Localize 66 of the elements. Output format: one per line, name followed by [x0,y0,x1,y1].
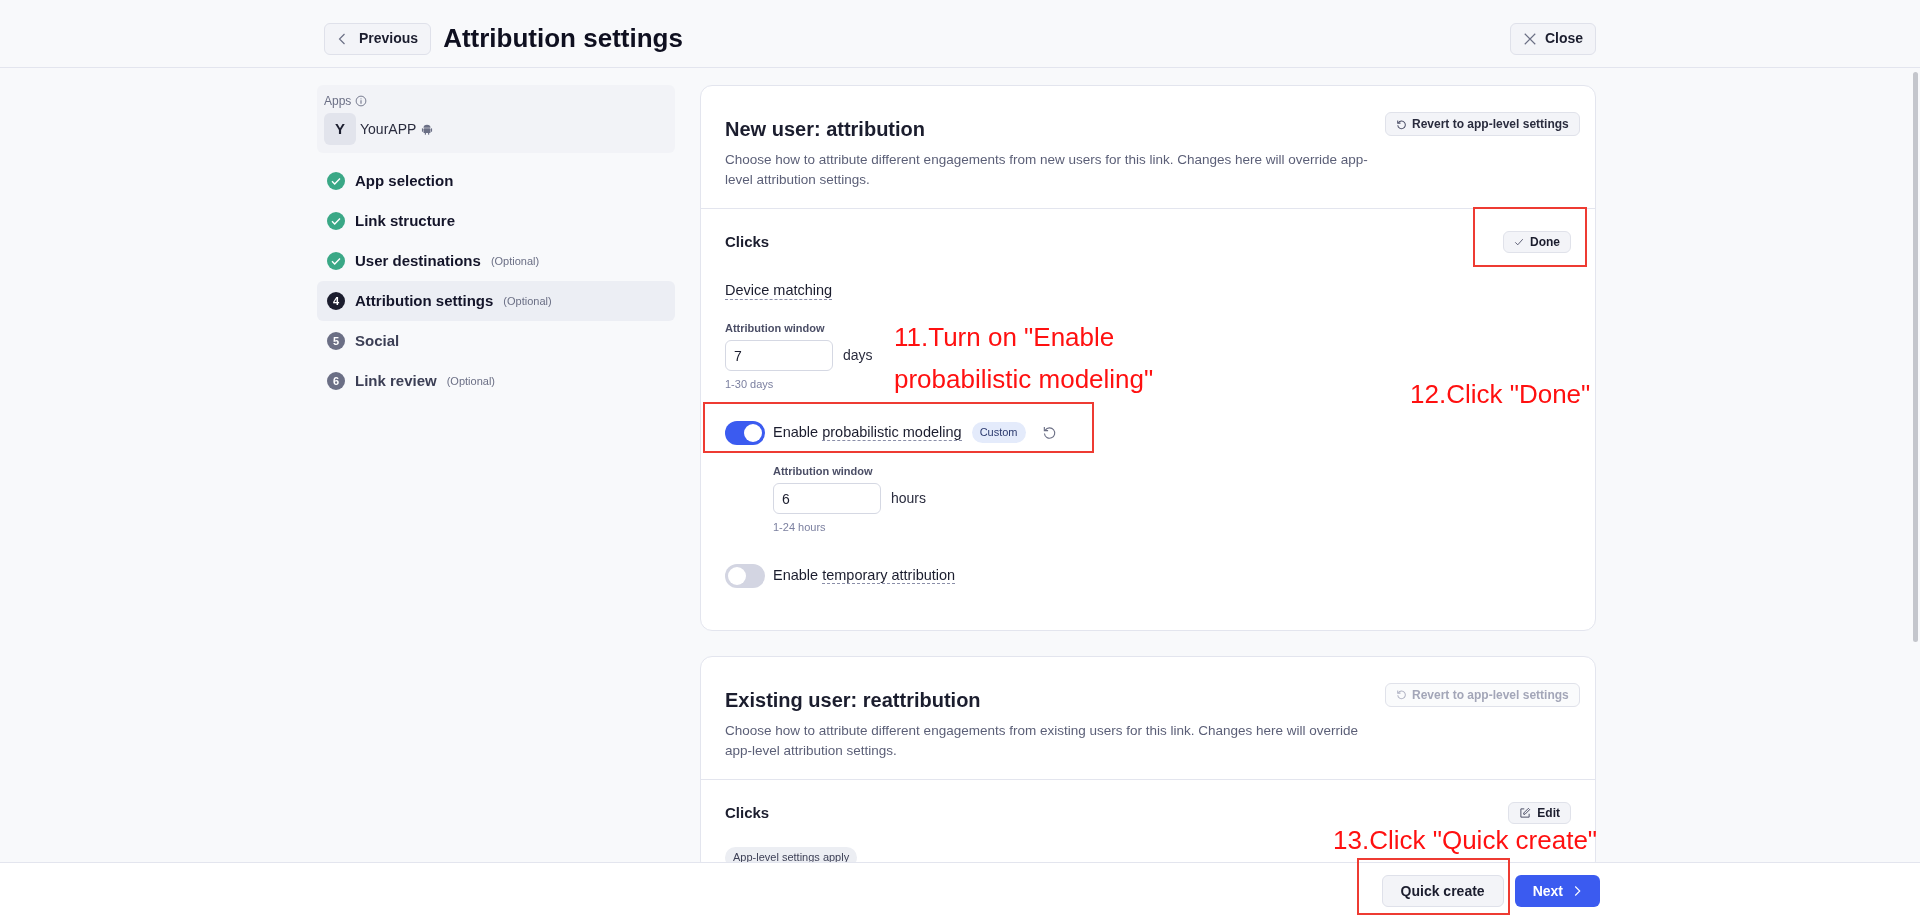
quick-create-button[interactable]: Quick create [1381,875,1504,907]
previous-button[interactable]: Previous [324,22,432,55]
number-input[interactable]: 7 [725,340,833,371]
undo-icon [1396,118,1407,130]
section-title: Existing user: reattribution [725,687,982,713]
step-label: Attribution settings [355,290,494,311]
step-item[interactable]: User destinations (Optional) [317,241,675,281]
step-item[interactable]: App selection [317,161,675,201]
step-label: Social [355,330,400,351]
optional-note: (Optional) [446,373,495,389]
app-name: YourAPP [360,119,417,139]
step-number: 5 [327,332,345,350]
clicks-title: Clicks [725,232,770,252]
app-avatar: Y [324,113,356,145]
unit-label: hours [891,489,927,508]
toggle-switch[interactable] [725,420,765,445]
annotation-text: 12.Click "Done" [1410,378,1591,411]
check-circle-icon [327,172,345,190]
hint-text: 1-30 days [725,377,774,392]
step-item[interactable]: 4 Attribution settings (Optional) [317,281,675,321]
step-label: User destinations [355,250,481,271]
toggle-label: Enable temporary attribution [773,565,956,586]
check-circle-icon [327,212,345,230]
step-number: 4 [327,292,345,310]
undo-icon [1396,689,1407,700]
toggle-switch[interactable] [725,563,765,588]
close-button[interactable]: Close [1509,22,1596,55]
check-icon [1514,237,1524,248]
section-description: Choose how to attribute different engagements from existing users for this link. Changes here will override app-level attribution settings. [725,721,1360,760]
hint-text: 1-24 hours [773,520,826,535]
step-number: 6 [327,372,345,390]
edit-button[interactable]: Edit [1508,801,1571,824]
field-label: Attribution window [725,320,825,336]
chevron-right-icon [1573,884,1582,898]
info-icon [355,95,368,107]
optional-note: (Optional) [503,293,552,309]
custom-badge: Custom [971,422,1026,443]
step-label: Link review [355,370,437,391]
step-item[interactable]: 5 Social [317,321,675,361]
device-matching-label[interactable]: Device matching [725,281,833,300]
section-description: Choose how to attribute different engagements from new users for this link. Changes here will override app-level attribution settings. [725,151,1369,189]
reset-icon [1041,425,1057,440]
page-title: Attribution settings [443,22,683,55]
apps-label: Apps [324,93,352,110]
check-circle-icon [327,252,345,270]
optional-note: (Optional) [490,253,540,269]
step-item[interactable]: 6 Link review (Optional) [317,361,675,401]
next-button[interactable]: Next [1514,875,1600,907]
revert-button[interactable]: Revert to app-level settings [1385,112,1580,136]
done-button[interactable]: Done [1503,231,1571,254]
annotation-text: 11.Turn on "Enable probabilistic modeling" [894,321,1155,396]
android-icon [420,122,435,136]
clicks-title: Clicks [725,802,770,823]
toggle-label: Enable probabilistic modeling [773,422,962,443]
step-label: Link structure [355,210,456,231]
step-item[interactable]: Link structure [317,201,675,241]
edit-icon [1519,806,1532,819]
chevron-left-icon [337,31,347,46]
step-label: App selection [355,170,454,191]
scrollbar-thumb[interactable] [1913,72,1918,642]
annotation-text: 13.Click "Quick create" [1333,824,1598,857]
close-icon [1522,31,1537,46]
field-label: Attribution window [773,463,873,479]
unit-label: days [843,346,873,365]
section-title: New user: attribution [725,117,926,142]
number-input[interactable]: 6 [773,483,881,514]
